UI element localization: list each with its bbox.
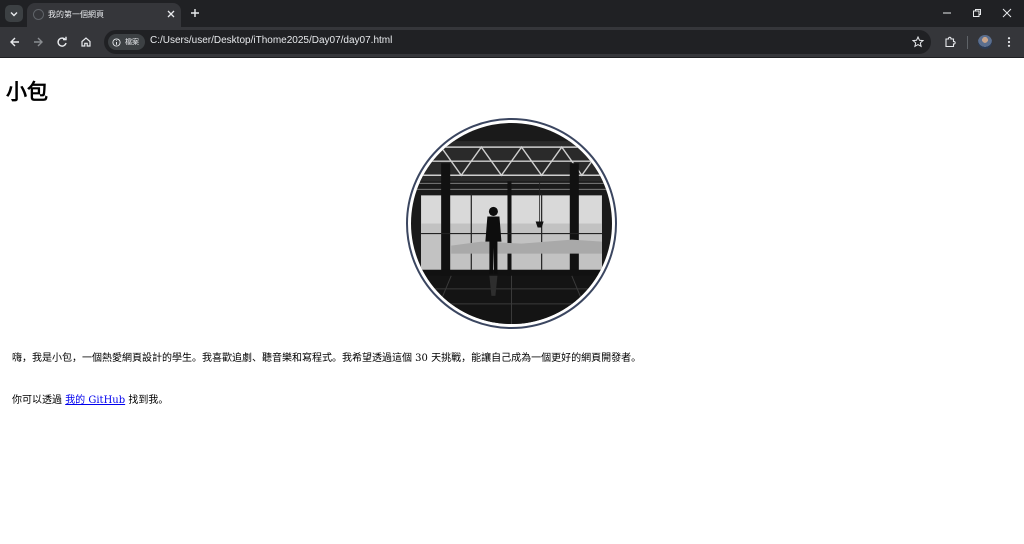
reload-button[interactable]	[54, 34, 70, 50]
tab-active[interactable]: 我的第一個網頁	[27, 3, 181, 27]
new-tab-button[interactable]	[187, 5, 203, 21]
reload-icon	[57, 36, 67, 47]
star-icon	[912, 36, 924, 48]
minimize-icon	[943, 12, 951, 14]
tab-strip: 我的第一個網頁	[0, 0, 1024, 27]
address-bar[interactable]: 檔案 C:/Users/user/Desktop/iThome2025/Day0…	[104, 30, 931, 54]
github-link[interactable]: 我的 GitHub	[65, 395, 125, 406]
url-text[interactable]: C:/Users/user/Desktop/iThome2025/Day07/d…	[150, 35, 392, 46]
chevron-down-icon	[10, 11, 18, 16]
forward-button[interactable]	[30, 34, 46, 50]
profile-photo-image	[411, 123, 612, 324]
globe-icon	[33, 9, 44, 20]
page-title: 小包	[6, 80, 48, 104]
restore-button[interactable]	[969, 5, 985, 21]
home-button[interactable]	[78, 34, 94, 50]
github-suffix: 找到我。	[125, 395, 169, 406]
extensions-button[interactable]	[942, 34, 958, 50]
site-info-label: 檔案	[125, 38, 139, 46]
restore-icon	[973, 9, 981, 17]
profile-photo	[406, 118, 617, 329]
toolbar: 檔案 C:/Users/user/Desktop/iThome2025/Day0…	[0, 27, 1024, 57]
arrow-right-icon	[34, 37, 43, 47]
close-window-button[interactable]	[999, 5, 1015, 21]
info-icon	[112, 37, 121, 47]
back-button[interactable]	[7, 34, 23, 50]
tab-title: 我的第一個網頁	[48, 10, 104, 19]
web-page: 小包 嗨，我是小包，一個熱愛網頁設計的學生。我喜歡追劇、聽音樂和寫程式。我希望透…	[0, 58, 1024, 544]
site-info-chip[interactable]: 檔案	[108, 34, 145, 50]
tab-search-button[interactable]	[5, 5, 23, 22]
arrow-left-icon	[10, 37, 19, 47]
toolbar-separator	[967, 36, 968, 49]
minimize-button[interactable]	[939, 5, 955, 21]
intro-paragraph: 嗨，我是小包，一個熱愛網頁設計的學生。我喜歡追劇、聽音樂和寫程式。我希望透過這個…	[12, 353, 642, 364]
tab-close-button[interactable]	[164, 7, 178, 21]
plus-icon	[191, 9, 199, 17]
kebab-menu-icon	[1007, 37, 1011, 47]
browser-menu-button[interactable]	[1001, 34, 1017, 50]
puzzle-icon	[945, 36, 956, 48]
profile-avatar[interactable]	[978, 35, 992, 49]
github-prefix: 你可以透過	[12, 395, 66, 406]
github-paragraph: 你可以透過 我的 GitHub 找到我。	[12, 391, 168, 406]
close-icon	[1002, 8, 1012, 18]
close-icon	[167, 10, 175, 18]
home-icon	[81, 37, 91, 47]
bookmark-button[interactable]	[910, 34, 926, 50]
